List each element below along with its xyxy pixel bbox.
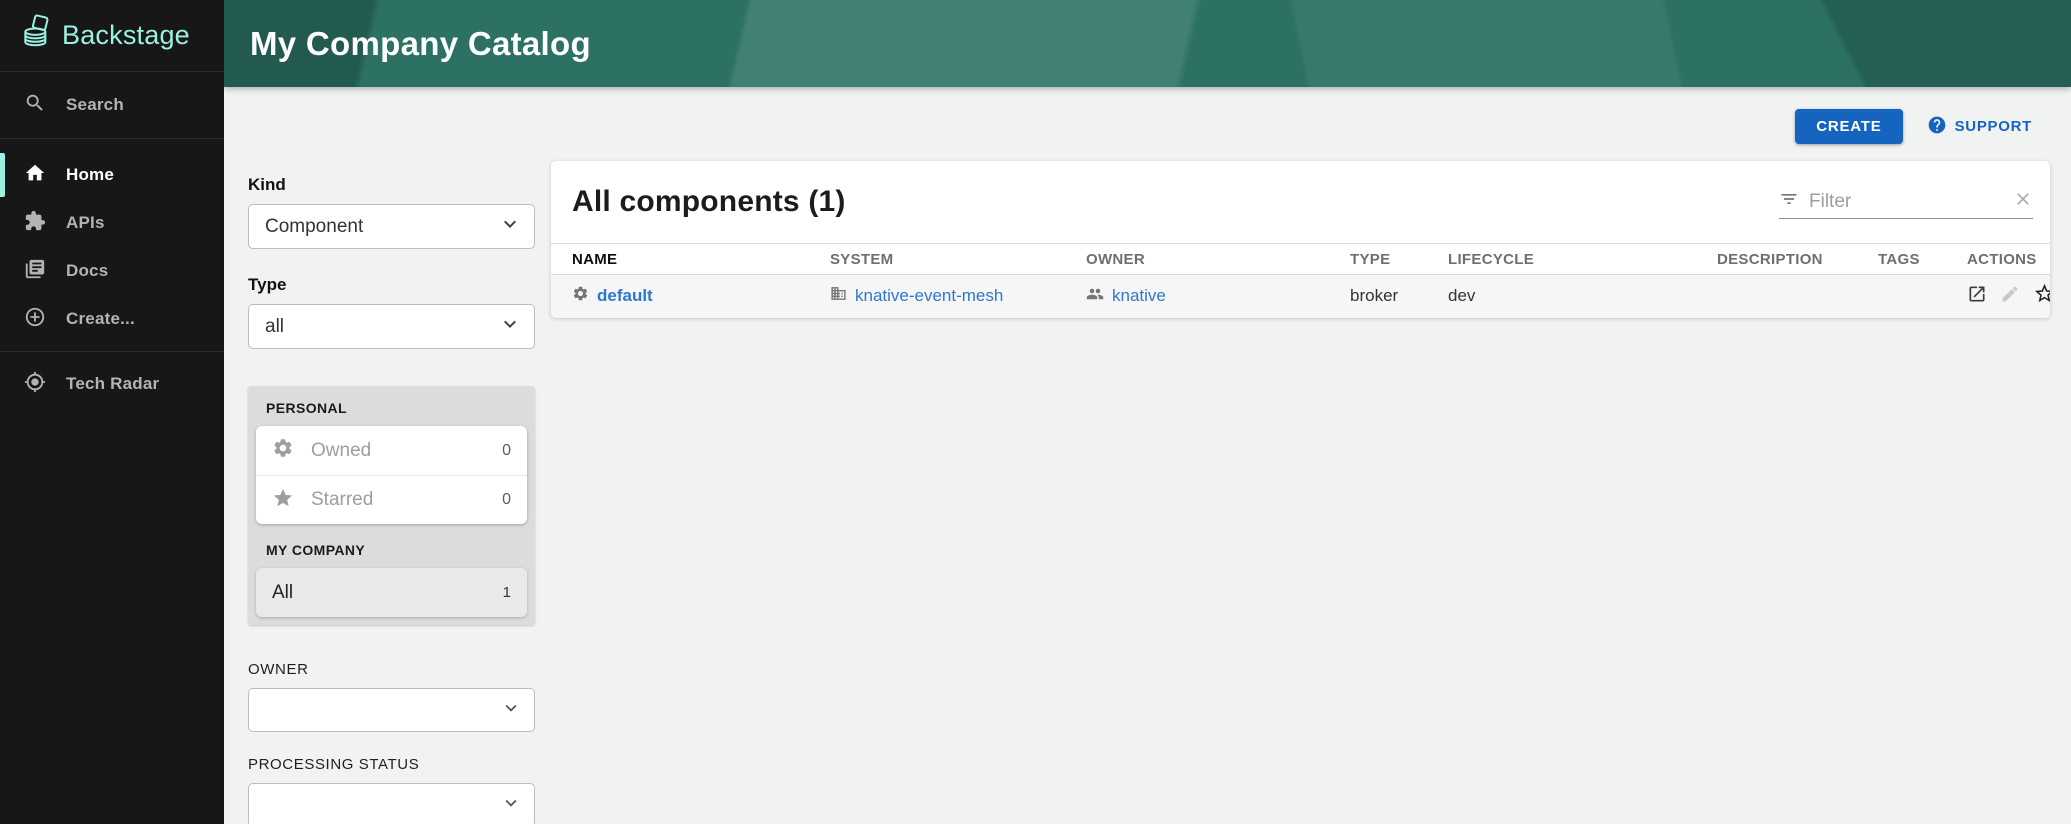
sidebar-item-home[interactable]: Home <box>0 151 224 199</box>
processing-status-select[interactable] <box>248 783 535 824</box>
chevron-down-icon <box>498 212 522 241</box>
type-label: Type <box>248 275 535 295</box>
owner-select[interactable] <box>248 688 535 732</box>
sidebar-item-apis[interactable]: APIs <box>0 199 224 247</box>
sidebar-item-label: Home <box>66 165 114 185</box>
sidebar-divider <box>0 351 224 360</box>
kind-value: Component <box>265 216 498 238</box>
all-label: All <box>272 582 293 604</box>
ownership-filter-card: PERSONAL Owned 0 Starred 0 MY COM <box>248 386 535 625</box>
puzzle-icon <box>24 210 46 237</box>
type-select[interactable]: all <box>248 304 535 349</box>
owned-filter-row[interactable]: Owned 0 <box>256 426 527 475</box>
support-label: SUPPORT <box>1955 118 2032 135</box>
tags-cell <box>1857 275 1946 318</box>
sidebar-item-docs[interactable]: Docs <box>0 247 224 295</box>
chevron-down-icon <box>500 697 522 724</box>
col-name[interactable]: NAME <box>551 244 809 275</box>
col-type[interactable]: TYPE <box>1329 244 1427 275</box>
star-border-icon[interactable] <box>2033 282 2050 310</box>
owner-filter-label: OWNER <box>248 661 535 678</box>
all-filter-row[interactable]: All 1 <box>256 568 527 617</box>
system-link[interactable]: knative-event-mesh <box>855 286 1003 306</box>
col-system[interactable]: SYSTEM <box>809 244 1065 275</box>
component-icon <box>572 285 589 307</box>
add-circle-icon <box>24 306 46 333</box>
gear-icon <box>272 437 294 464</box>
personal-section-title: PERSONAL <box>266 400 527 416</box>
logo-wordmark: Backstage <box>62 20 190 51</box>
toolbar: CREATE SUPPORT <box>1795 109 2032 144</box>
starred-filter-row[interactable]: Starred 0 <box>256 475 527 524</box>
col-description[interactable]: DESCRIPTION <box>1696 244 1857 275</box>
processing-status-label: PROCESSING STATUS <box>248 756 535 773</box>
sidebar-item-label: Create... <box>66 309 135 329</box>
catalog-card: All components (1) NAME SYSTEM <box>551 161 2050 318</box>
sidebar: Backstage Search Home APIs Docs <box>0 0 224 824</box>
all-count: 1 <box>503 584 511 601</box>
starred-count: 0 <box>502 491 511 509</box>
sidebar-item-label: Search <box>66 95 124 115</box>
col-lifecycle[interactable]: LIFECYCLE <box>1427 244 1696 275</box>
home-icon <box>24 162 46 189</box>
type-value: all <box>265 316 498 338</box>
chevron-down-icon <box>498 312 522 341</box>
open-in-new-icon[interactable] <box>1967 284 1987 309</box>
star-icon <box>272 487 294 514</box>
table-header-row: NAME SYSTEM OWNER TYPE LIFECYCLE DESCRIP… <box>551 244 2050 275</box>
kind-select[interactable]: Component <box>248 204 535 249</box>
help-icon <box>1927 115 1947 139</box>
sidebar-item-label: Docs <box>66 261 108 281</box>
col-actions: ACTIONS <box>1946 244 2050 275</box>
filter-panel: Kind Component Type all PERSONAL Owned <box>248 175 535 824</box>
radar-icon <box>24 371 46 398</box>
chevron-down-icon <box>500 792 522 819</box>
sidebar-item-search[interactable]: Search <box>0 72 224 139</box>
lifecycle-cell: dev <box>1427 275 1696 318</box>
create-button[interactable]: CREATE <box>1795 109 1902 144</box>
docs-icon <box>24 258 46 285</box>
filter-list-icon <box>1779 189 1799 214</box>
table-filter-field[interactable] <box>1779 185 2033 219</box>
catalog-title: All components (1) <box>572 185 846 219</box>
company-section-title: MY COMPANY <box>266 542 527 558</box>
sidebar-item-tech-radar[interactable]: Tech Radar <box>0 360 224 408</box>
sidebar-item-label: Tech Radar <box>66 374 159 394</box>
backstage-logo-icon <box>20 14 52 57</box>
owned-label: Owned <box>311 440 371 462</box>
owner-link[interactable]: knative <box>1112 286 1166 306</box>
support-button[interactable]: SUPPORT <box>1927 115 2032 139</box>
col-owner[interactable]: OWNER <box>1065 244 1329 275</box>
system-icon <box>830 285 847 307</box>
col-tags[interactable]: TAGS <box>1857 244 1946 275</box>
clear-filter-icon[interactable] <box>2013 189 2033 214</box>
kind-label: Kind <box>248 175 535 195</box>
page-title: My Company Catalog <box>250 25 591 63</box>
starred-label: Starred <box>311 489 373 511</box>
page-header: My Company Catalog <box>224 0 2071 87</box>
components-table: NAME SYSTEM OWNER TYPE LIFECYCLE DESCRIP… <box>551 243 2050 318</box>
sidebar-item-label: APIs <box>66 213 105 233</box>
backstage-logo[interactable]: Backstage <box>0 0 224 72</box>
table-row: default knative-event-mesh <box>551 275 2050 318</box>
edit-icon[interactable] <box>2000 284 2020 309</box>
type-cell: broker <box>1329 275 1427 318</box>
table-filter-input[interactable] <box>1809 191 2003 213</box>
main-content: CREATE SUPPORT Kind Component Type all P… <box>224 87 2071 824</box>
sidebar-item-create[interactable]: Create... <box>0 295 224 343</box>
description-cell <box>1696 275 1857 318</box>
search-icon <box>24 92 46 119</box>
owned-count: 0 <box>502 442 511 460</box>
entity-name-link[interactable]: default <box>597 286 653 306</box>
group-icon <box>1086 285 1104 308</box>
